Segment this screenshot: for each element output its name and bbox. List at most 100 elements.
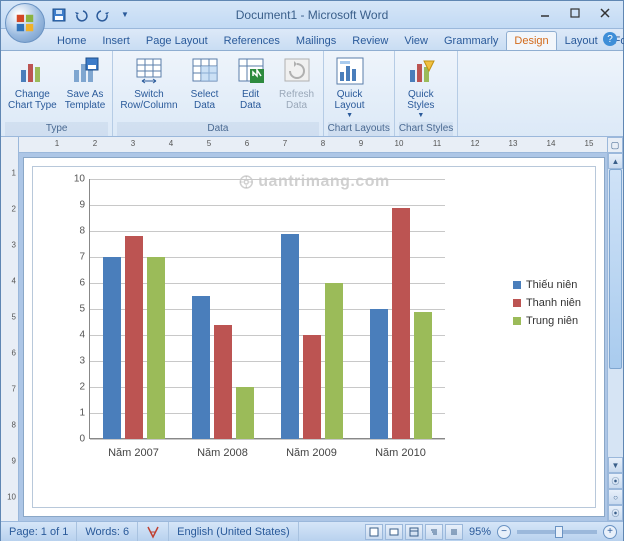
status-words[interactable]: Words: 6 [77,522,138,541]
status-language[interactable]: English (United States) [169,522,299,541]
y-tick-label: 8 [79,226,85,237]
tab-home[interactable]: Home [49,31,94,50]
legend-item: Thiếu niên [513,279,581,291]
refresh-data-icon [281,55,313,87]
quick-layout-button[interactable]: Quick Layout▼ [328,53,372,121]
full-screen-view-icon[interactable] [385,524,403,540]
close-button[interactable] [591,4,619,22]
quick-layout-icon [334,55,366,87]
y-tick-label: 7 [79,252,85,263]
page: uantrimang.com 012345678910 Năm 2007Năm … [23,157,605,517]
select-data-button[interactable]: Select Data [183,53,227,113]
document-area: 12345678910 123456789101112131415 ▢ uant… [1,137,623,521]
quick-access-toolbar: ▼ [51,7,133,23]
zoom-out-button[interactable]: − [497,525,511,539]
print-layout-view-icon[interactable] [365,524,383,540]
tab-page-layout[interactable]: Page Layout [138,31,216,50]
legend: Thiếu niên Thanh niên Trung niên [513,273,581,333]
y-axis: 012345678910 [65,179,87,439]
chart-object[interactable]: uantrimang.com 012345678910 Năm 2007Năm … [32,166,596,508]
vertical-ruler: 12345678910 [1,137,19,521]
legend-item: Trung niên [513,315,581,327]
select-data-label: Select Data [191,89,219,111]
chart-area: 012345678910 Năm 2007Năm 2008Năm 2009Năm… [39,173,589,501]
draft-view-icon[interactable] [445,524,463,540]
legend-swatch [513,317,521,325]
bar [370,309,388,439]
switch-row-col-button[interactable]: Switch Row/Column [117,53,180,113]
edit-data-label: Edit Data [240,89,261,111]
y-tick-label: 1 [79,408,85,419]
prev-page-icon[interactable]: ⦿ [608,473,623,489]
bar [236,387,254,439]
tab-design[interactable]: Design [506,31,556,50]
vertical-scrollbar[interactable]: ▲ ▼ ⦿ ○ ⦿ [607,153,623,521]
bar [192,296,210,439]
minimize-button[interactable] [531,4,559,22]
edit-data-button[interactable]: Edit Data [229,53,273,113]
tab-references[interactable]: References [216,31,288,50]
zoom-level[interactable]: 95% [469,526,491,538]
ruler-toggle-icon[interactable]: ▢ [607,137,623,153]
zoom-slider[interactable] [517,530,597,534]
change-chart-type-icon [16,55,48,87]
scroll-up-icon[interactable]: ▲ [608,153,623,169]
redo-icon[interactable] [95,7,111,23]
quick-styles-button[interactable]: Quick Styles▼ [399,53,443,121]
quick-layout-label: Quick Layout [335,89,365,111]
group-label: Type [5,122,108,136]
x-axis: Năm 2007Năm 2008Năm 2009Năm 2010 [89,441,445,459]
undo-icon[interactable] [73,7,89,23]
ribbon-group-type: Change Chart TypeSave As Template Type [1,51,113,136]
group-label: Chart Styles [399,122,453,136]
legend-swatch [513,281,521,289]
bar [281,234,299,439]
bar [125,236,143,439]
office-logo-icon [14,12,36,34]
tab-grammarly[interactable]: Grammarly [436,31,506,50]
tab-mailings[interactable]: Mailings [288,31,344,50]
scroll-down-icon[interactable]: ▼ [608,457,623,473]
qat-dropdown-icon[interactable]: ▼ [117,7,133,23]
y-tick-label: 9 [79,200,85,211]
save-as-template-button[interactable]: Save As Template [62,53,109,113]
status-page[interactable]: Page: 1 of 1 [1,522,77,541]
save-icon[interactable] [51,7,67,23]
refresh-data-button: Refresh Data [275,53,319,113]
y-tick-label: 5 [79,304,85,315]
outline-view-icon[interactable] [425,524,443,540]
zoom-slider-thumb[interactable] [555,526,563,538]
save-as-template-label: Save As Template [65,89,106,111]
change-chart-type-button[interactable]: Change Chart Type [5,53,60,113]
ribbon-group-chart-styles: Quick Styles▼Chart Styles [395,51,458,136]
next-page-icon[interactable]: ⦿ [608,505,623,521]
x-tick-label: Năm 2009 [286,447,337,459]
tab-view[interactable]: View [396,31,436,50]
legend-label: Thanh niên [526,297,581,309]
tab-layout[interactable]: Layout [557,31,606,50]
maximize-button[interactable] [561,4,589,22]
y-tick-label: 6 [79,278,85,289]
status-proofing-icon[interactable] [138,522,169,541]
web-layout-view-icon[interactable] [405,524,423,540]
bar [303,335,321,439]
browse-object-icon[interactable]: ○ [608,489,623,505]
bar [414,312,432,439]
refresh-data-label: Refresh Data [279,89,314,111]
ribbon-group-data: Switch Row/Column Select Data Edit Data Ref… [113,51,323,136]
scroll-thumb[interactable] [609,169,622,369]
plot-area: 012345678910 Năm 2007Năm 2008Năm 2009Năm… [65,179,445,459]
x-tick-label: Năm 2008 [197,447,248,459]
chevron-down-icon: ▼ [346,112,353,119]
bars-container [89,179,445,439]
tab-review[interactable]: Review [344,31,396,50]
group-label: Chart Layouts [328,122,390,136]
tab-insert[interactable]: Insert [94,31,138,50]
x-tick-label: Năm 2010 [375,447,426,459]
y-tick-label: 3 [79,356,85,367]
help-icon[interactable]: ? [603,32,617,46]
office-button[interactable] [5,3,45,43]
zoom-in-button[interactable]: + [603,525,617,539]
edit-data-icon [235,55,267,87]
select-data-icon [189,55,221,87]
